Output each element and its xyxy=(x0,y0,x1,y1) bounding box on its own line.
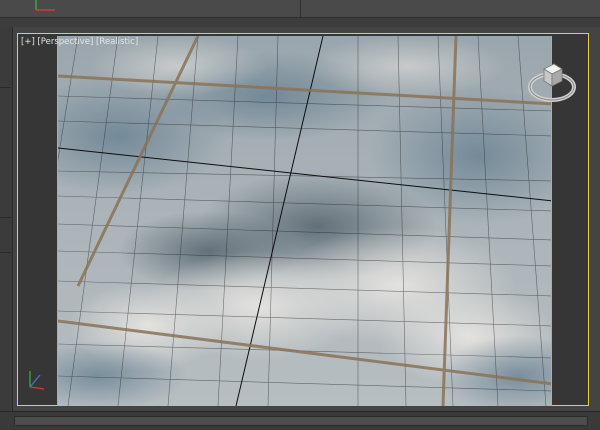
top-viewport-cell[interactable] xyxy=(301,0,600,18)
safe-frame xyxy=(57,36,552,406)
divider xyxy=(0,87,11,88)
viewport-shading-menu[interactable]: [Realistic] xyxy=(96,37,138,47)
time-slider-track[interactable] xyxy=(14,416,588,426)
divider xyxy=(0,252,11,253)
axis-icon xyxy=(35,0,55,11)
perspective-viewport[interactable]: [+] [Perspective] [Realistic] xyxy=(17,33,589,406)
left-panel-strip xyxy=(0,27,13,412)
viewcube-icon[interactable] xyxy=(527,59,577,105)
top-viewport-strip xyxy=(0,0,600,27)
divider xyxy=(0,217,11,218)
time-slider-bar xyxy=(0,411,600,430)
viewport-point-of-view-menu[interactable]: [Perspective] xyxy=(37,37,93,47)
viewport-plus-menu[interactable]: [+] xyxy=(21,37,35,47)
viewport-label-bar: [+] [Perspective] [Realistic] xyxy=(21,37,138,47)
tile-floor-render xyxy=(58,36,551,406)
axis-tripod-icon xyxy=(29,371,45,390)
